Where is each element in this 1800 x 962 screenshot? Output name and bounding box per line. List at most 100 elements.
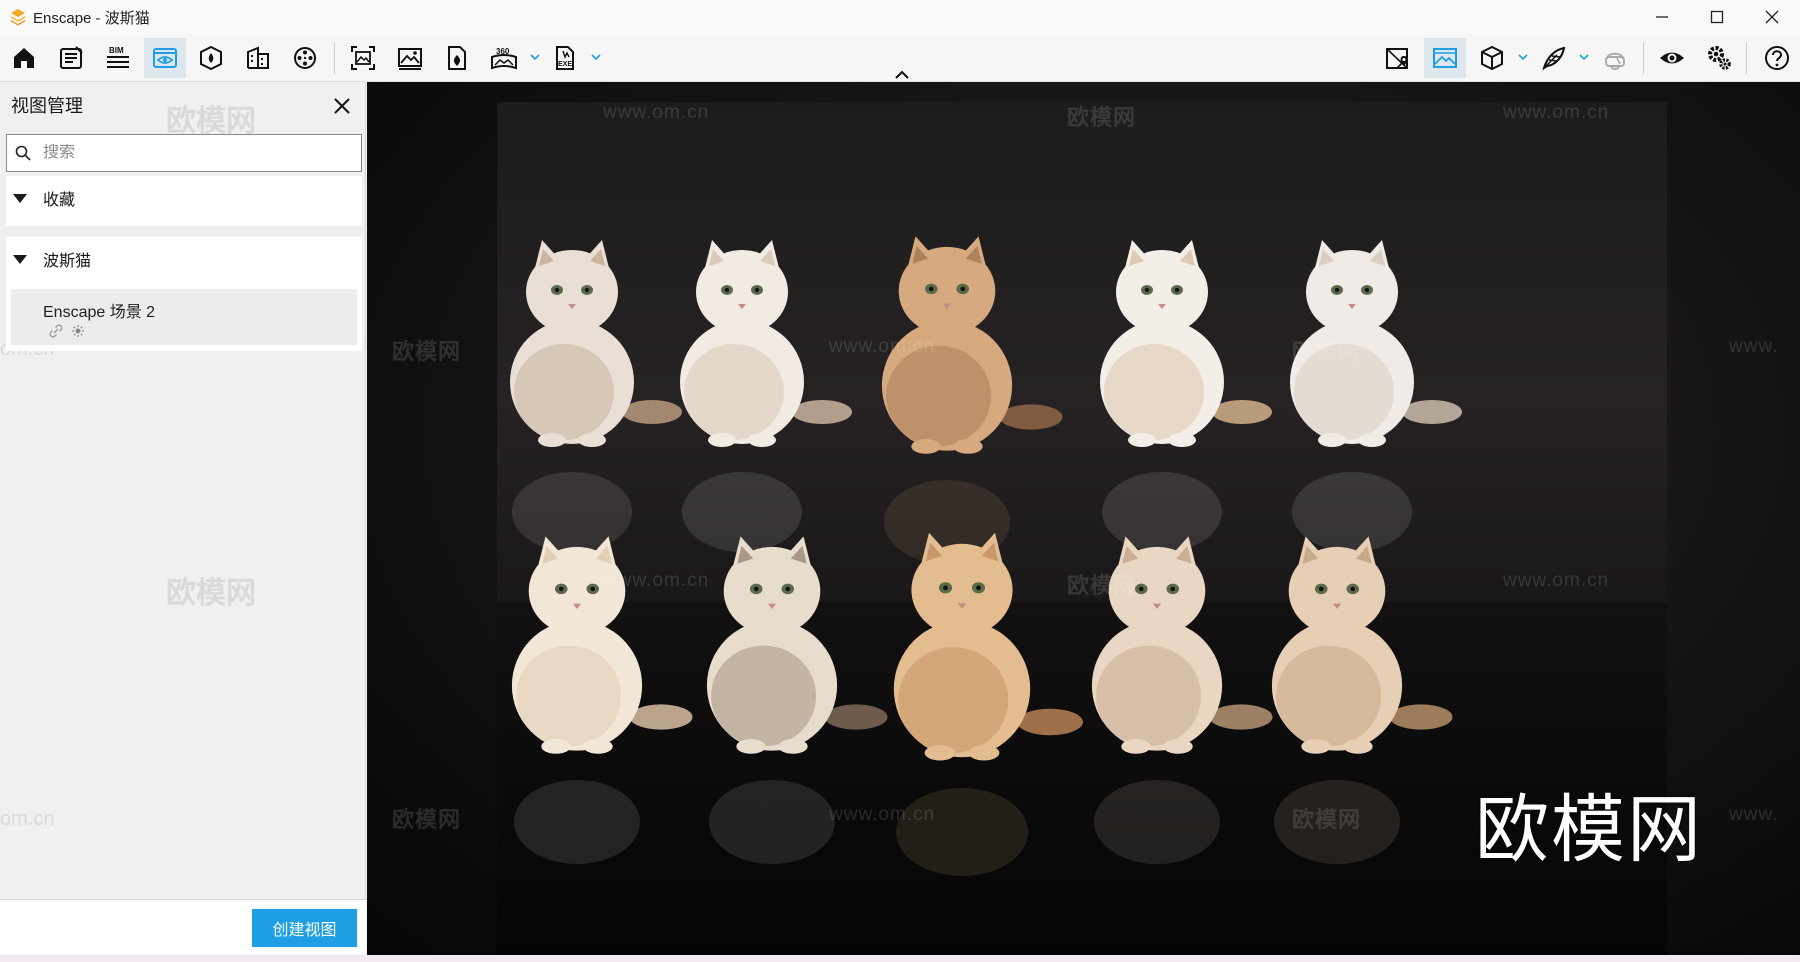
feather-icon (1542, 46, 1566, 71)
view-mode-button[interactable] (1651, 38, 1693, 78)
expand-caret-icon (13, 254, 27, 264)
batch-render-icon (351, 46, 375, 70)
svg-text:EXE: EXE (558, 61, 572, 68)
maximize-button[interactable] (1691, 0, 1743, 34)
watermark-url: www.om.cn (603, 570, 710, 591)
toolbar-separator-help (1746, 42, 1747, 74)
landscape-icon (1433, 48, 1457, 68)
cube-icon (1481, 45, 1503, 71)
view-item-name: Enscape 场景 2 (43, 304, 156, 321)
watermark: 欧模网 (392, 339, 462, 364)
notes-button[interactable] (50, 38, 92, 78)
image-icon (398, 48, 422, 70)
capture-dropdown-chevron-icon[interactable] (1577, 50, 1591, 64)
watermark-url: www.om.cn (829, 336, 936, 357)
watermark-url: www.om.cn (829, 804, 936, 825)
web-standalone-button[interactable] (436, 38, 478, 78)
close-panel-icon[interactable] (330, 94, 354, 118)
panorama-button[interactable]: 360 (483, 38, 525, 78)
minimize-button[interactable] (1636, 0, 1688, 34)
view-management-panel: 欧模网 欧模网 om.cn om.cn 视图管理 收藏 波斯猫 Enscape … (0, 82, 366, 962)
map-pin-icon (1386, 48, 1408, 69)
cat-figure (680, 240, 852, 552)
title-bar: Enscape - 波斯猫 (0, 0, 1800, 34)
view-item[interactable]: Enscape 场景 2 (11, 289, 357, 345)
visual-settings-button[interactable] (1424, 38, 1466, 78)
group-persian-cat: 波斯猫 Enscape 场景 2 (6, 237, 362, 351)
watermark: 欧模网 (1067, 573, 1137, 598)
panorama-icon: 360 (491, 47, 517, 70)
svg-text:BIM: BIM (109, 46, 124, 55)
panorama-dropdown-chevron-icon[interactable] (528, 50, 542, 64)
home-button[interactable] (3, 38, 45, 78)
group-label: 收藏 (43, 192, 76, 209)
vr-headset-button[interactable] (1594, 38, 1636, 78)
exe-dropdown-chevron-icon[interactable] (589, 50, 603, 64)
panel-title: 视图管理 (11, 96, 83, 116)
material-button[interactable] (237, 38, 279, 78)
group-favorites: 收藏 (6, 176, 362, 226)
link-icon (49, 324, 63, 338)
panel-watermark-url: om.cn (0, 808, 55, 830)
cat-figure (1290, 240, 1462, 552)
minimize-icon (1656, 16, 1668, 18)
window-title: Enscape - 波斯猫 (33, 9, 150, 27)
group-header-persian-cat[interactable]: 波斯猫 (6, 237, 362, 281)
film-reel-icon (294, 47, 316, 69)
search-icon (15, 145, 31, 161)
expand-caret-icon (13, 193, 27, 203)
cat-figure (1100, 240, 1272, 552)
search-field (6, 134, 362, 172)
watermark: 欧模网 (1292, 339, 1362, 364)
bim-button[interactable]: BIM (97, 38, 139, 78)
watermark: 欧模网 (1067, 105, 1137, 130)
search-input[interactable] (43, 144, 333, 162)
help-icon (1765, 46, 1789, 70)
create-view-button[interactable]: 创建视图 (252, 909, 357, 947)
watermark: 欧模网 (392, 807, 462, 832)
screenshot-button[interactable] (389, 38, 431, 78)
cat-figure (510, 240, 682, 552)
eye-icon (1660, 52, 1684, 64)
settings-button[interactable] (1698, 38, 1740, 78)
toolbar-separator (334, 42, 335, 74)
upload-file-icon (448, 46, 466, 70)
panel-footer: 创建视图 (0, 899, 366, 962)
group-label: 波斯猫 (43, 253, 92, 270)
bim-icon: BIM (107, 46, 129, 68)
exe-file-icon: EXE (556, 46, 574, 70)
watermark-url: www.om.cn (1503, 570, 1610, 591)
large-watermark: 欧模网 (1475, 788, 1703, 871)
map-button[interactable] (1377, 38, 1419, 78)
batch-render-button[interactable] (342, 38, 384, 78)
collapse-toolbar-chevron-icon[interactable] (892, 68, 912, 82)
watermark-url: www.om.cn (1503, 102, 1610, 123)
close-window-button[interactable] (1746, 0, 1798, 34)
exe-export-button[interactable]: EXE (544, 38, 586, 78)
enscape-logo-icon (11, 9, 25, 26)
watermark-url: www.om.cn (603, 102, 710, 123)
watermark-url-partial: www. (1729, 804, 1779, 825)
render-viewport[interactable]: www.om.cn 欧模网 www.om.cn 欧模网 www.om.cn 欧模… (367, 82, 1800, 955)
help-button[interactable] (1756, 38, 1798, 78)
capture-button[interactable] (1532, 38, 1574, 78)
eye-window-icon (153, 48, 177, 68)
cat-figure (881, 236, 1063, 564)
panel-watermark: 欧模网 (166, 577, 256, 610)
toolbar-separator-right (1643, 42, 1644, 74)
group-header-favorites[interactable]: 收藏 (6, 176, 362, 220)
building-icon (247, 46, 269, 69)
view-management-button[interactable] (144, 38, 186, 78)
maximize-icon (1710, 10, 1724, 24)
window-bottom-edge (0, 955, 1800, 962)
sun-icon (72, 325, 84, 337)
watermark: 欧模网 (1292, 807, 1362, 832)
orthographic-button[interactable] (1471, 38, 1513, 78)
watermark-url-partial: www. (1729, 336, 1779, 357)
orthographic-dropdown-chevron-icon[interactable] (1516, 50, 1530, 64)
asset-library-icon (200, 45, 222, 71)
video-editor-button[interactable] (284, 38, 326, 78)
asset-library-button[interactable] (190, 38, 232, 78)
home-icon (14, 48, 34, 68)
view-item-icons (49, 324, 85, 338)
